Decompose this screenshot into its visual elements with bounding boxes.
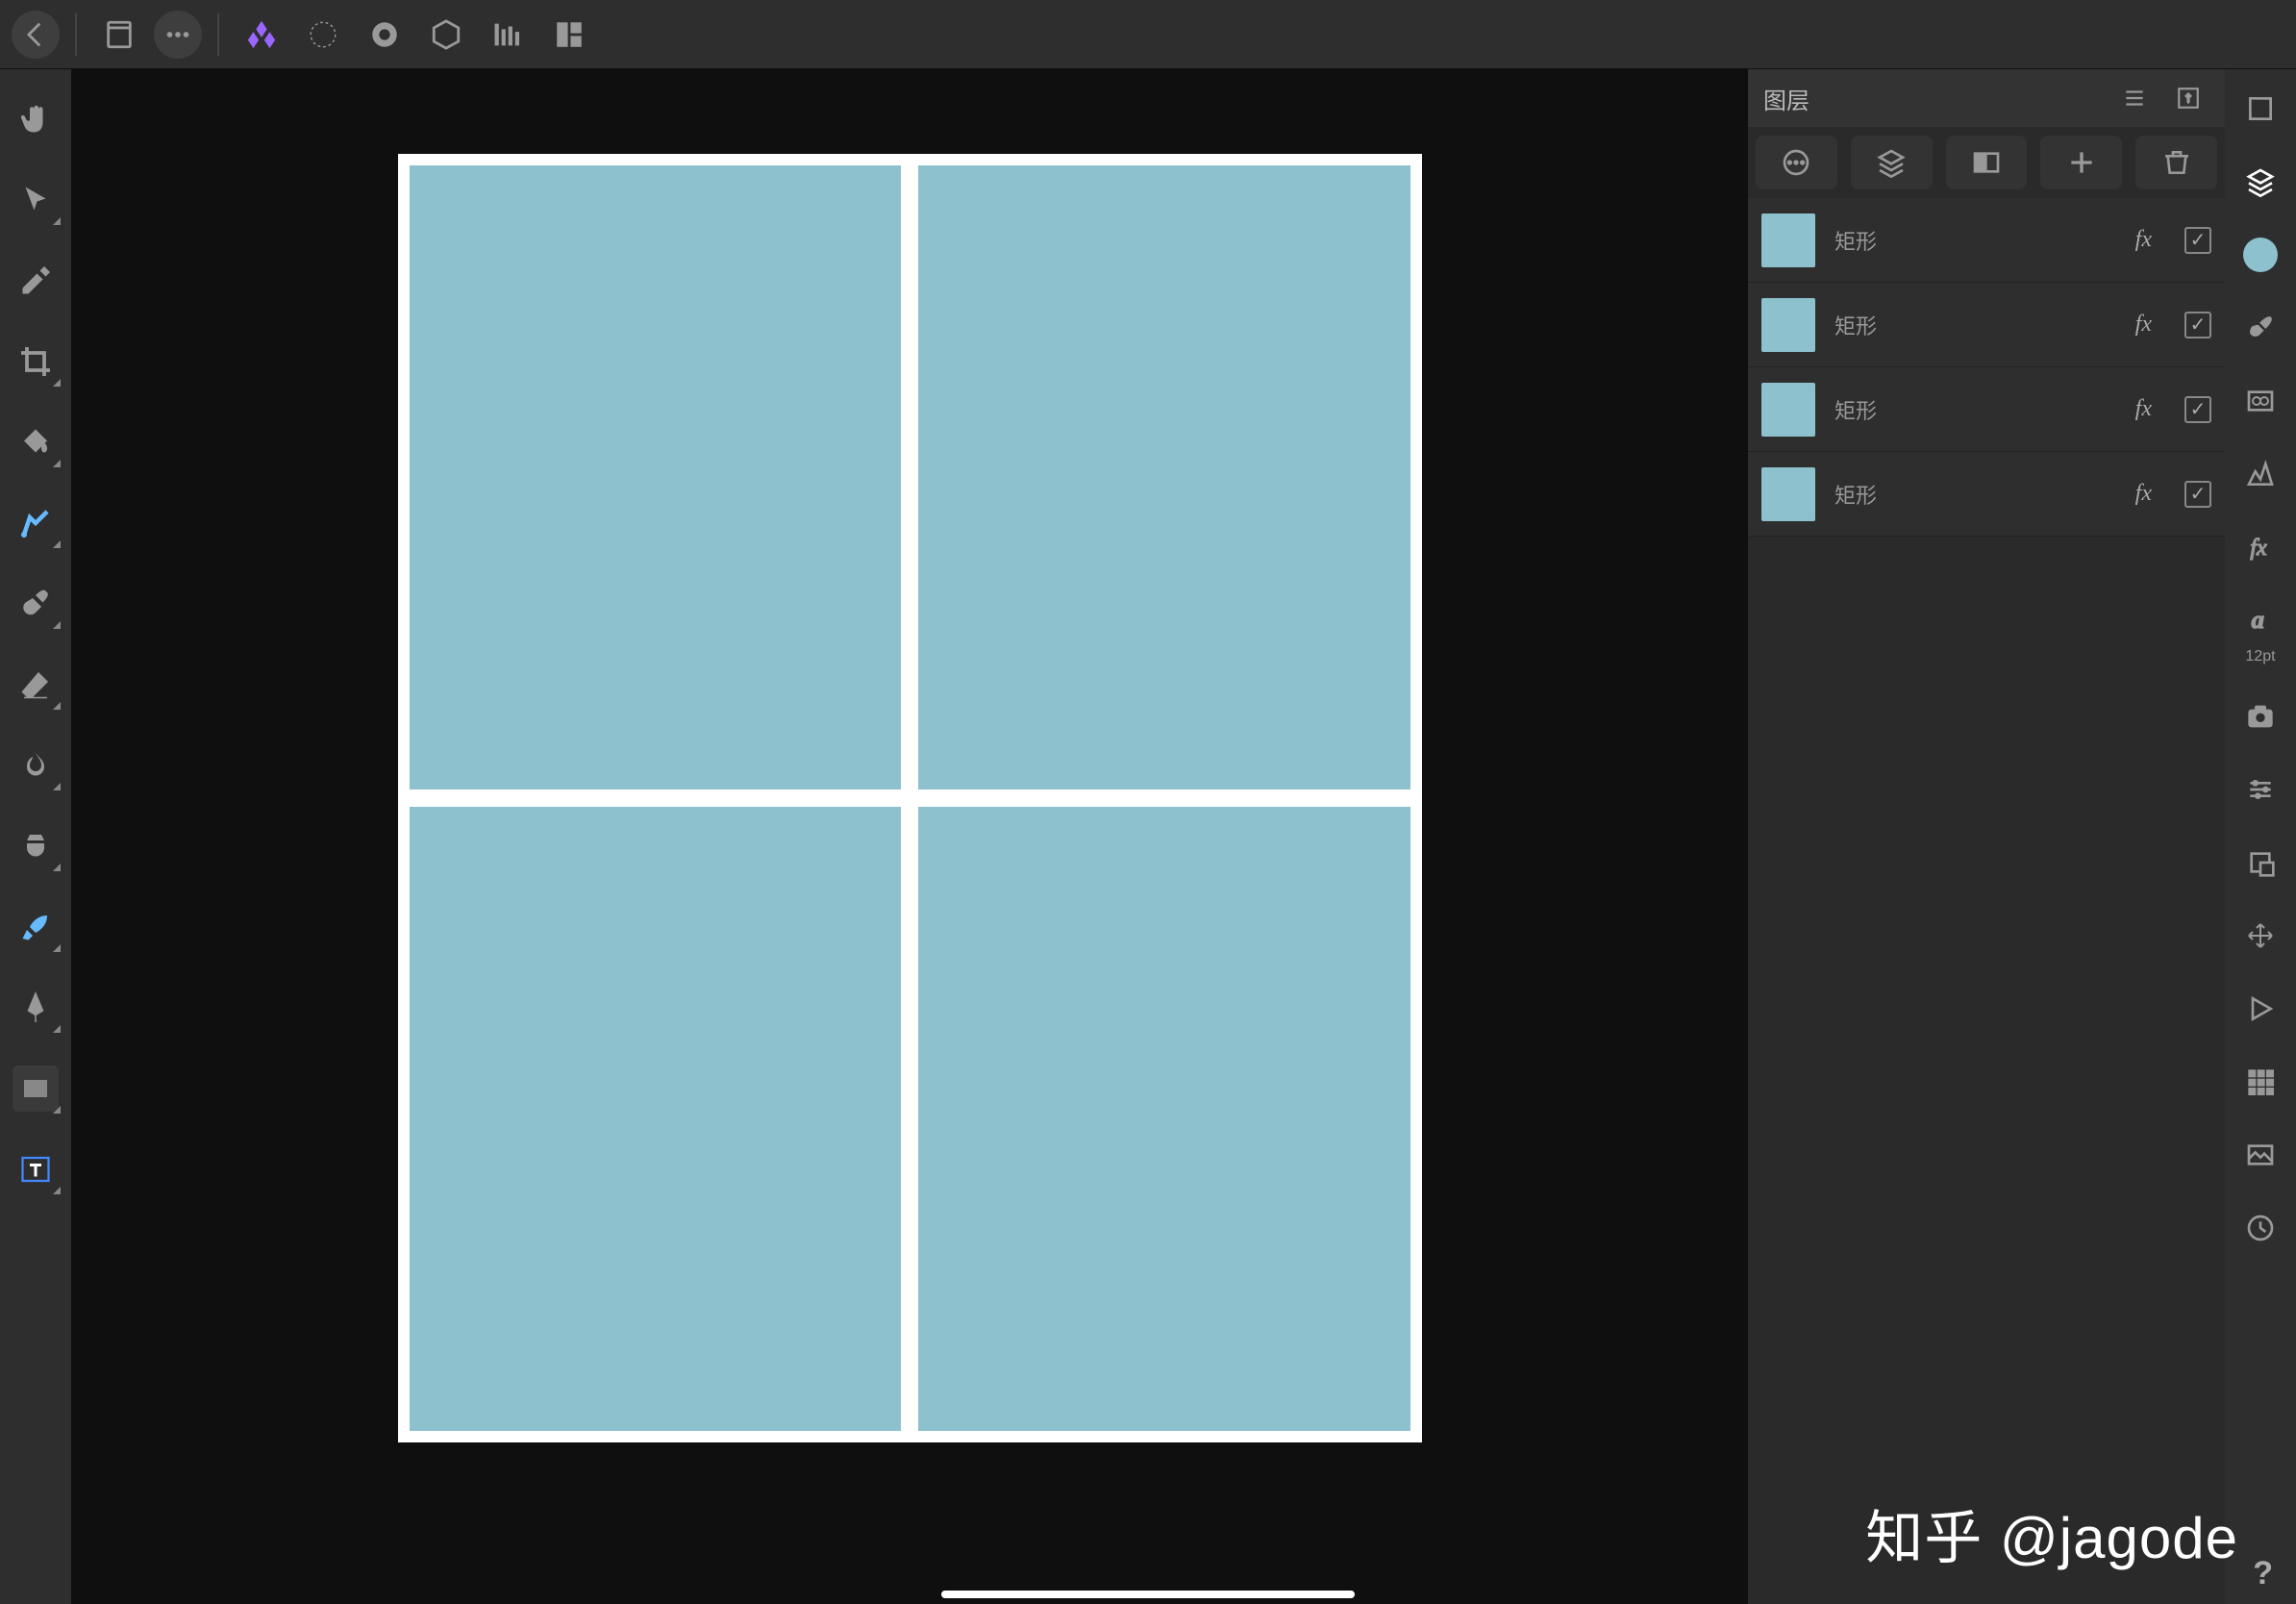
svg-text:a: a <box>2252 605 2264 634</box>
paint-brush-tool[interactable] <box>12 581 59 627</box>
canvas-area[interactable] <box>71 69 1748 1604</box>
move-tool[interactable] <box>12 177 59 223</box>
photo-persona-button[interactable] <box>235 8 288 62</box>
layers-list: 矩形 fx ✓ 矩形 fx ✓ 矩形 fx ✓ <box>1748 198 2225 537</box>
list-view-button[interactable] <box>2113 77 2156 119</box>
layers-panel: 图层 矩形 fx ✓ 矩形 <box>1748 69 2225 1604</box>
merge-button[interactable] <box>1851 136 1933 189</box>
add-layer-button[interactable] <box>2040 136 2122 189</box>
erase-tool[interactable] <box>12 662 59 708</box>
font-size-label: 12pt <box>2245 648 2275 665</box>
panel-header: 图层 <box>1748 69 2225 127</box>
layer-name: 矩形 <box>1834 225 2116 256</box>
fx-icon[interactable]: fx <box>2135 227 2152 253</box>
histogram-studio-icon[interactable] <box>2238 452 2283 496</box>
mask-button[interactable] <box>1946 136 2028 189</box>
tonemap-persona-button[interactable] <box>419 8 473 62</box>
fx-icon[interactable]: fx <box>2135 396 2152 422</box>
more-button[interactable] <box>154 11 202 59</box>
clone-tool[interactable] <box>12 823 59 869</box>
rectangle-shape[interactable] <box>918 165 1410 789</box>
hand-tool[interactable] <box>12 96 59 142</box>
layer-name: 矩形 <box>1834 479 2116 510</box>
back-button[interactable] <box>12 11 60 59</box>
document-button[interactable] <box>92 8 146 62</box>
layer-row[interactable]: 矩形 fx ✓ <box>1748 367 2225 452</box>
layer-name: 矩形 <box>1834 394 2116 425</box>
layer-row[interactable]: 矩形 fx ✓ <box>1748 198 2225 283</box>
help-button[interactable]: ? <box>2253 1555 2273 1592</box>
layer-name: 矩形 <box>1834 310 2116 340</box>
watermark-text: 知乎 @jagode <box>1865 1491 2238 1575</box>
fx-studio-icon[interactable]: fx <box>2238 525 2283 569</box>
visibility-checkbox[interactable]: ✓ <box>2184 312 2211 338</box>
history-studio-icon[interactable] <box>2238 1206 2283 1250</box>
rectangle-shape[interactable] <box>410 807 902 1431</box>
top-toolbar <box>0 0 2296 69</box>
tools-sidebar <box>0 69 71 1604</box>
inpaint-tool[interactable] <box>12 500 59 546</box>
selection-brush-tool[interactable] <box>12 904 59 950</box>
layer-thumb <box>1761 467 1815 521</box>
liquify-persona-button[interactable] <box>296 8 350 62</box>
layer-thumb <box>1761 383 1815 437</box>
panel-ops <box>1748 127 2225 198</box>
color-studio-icon[interactable] <box>2238 233 2283 277</box>
delete-layer-button[interactable] <box>2135 136 2217 189</box>
visibility-checkbox[interactable]: ✓ <box>2184 396 2211 423</box>
fx-icon[interactable]: fx <box>2135 481 2152 507</box>
navigator-studio-icon[interactable] <box>2238 914 2283 958</box>
play-studio-icon[interactable] <box>2238 987 2283 1031</box>
separator <box>75 13 77 56</box>
layer-thumb <box>1761 213 1815 267</box>
rectangle-tool[interactable] <box>12 1065 59 1112</box>
channels-studio-icon[interactable] <box>2238 379 2283 423</box>
crop-tool[interactable] <box>12 338 59 385</box>
pin-button[interactable] <box>2167 77 2209 119</box>
layer-thumb <box>1761 298 1815 352</box>
studio-sidebar: fx a 12pt <box>2225 69 2296 1604</box>
layers-studio-icon[interactable] <box>2238 160 2283 204</box>
visibility-checkbox[interactable]: ✓ <box>2184 227 2211 254</box>
separator <box>217 13 219 56</box>
text-studio-icon[interactable]: a <box>2238 598 2283 642</box>
layer-options-button[interactable] <box>1756 136 1837 189</box>
swatches-studio-icon[interactable] <box>2238 1060 2283 1104</box>
brush-studio-icon[interactable] <box>2238 306 2283 350</box>
rectangle-shape[interactable] <box>410 165 902 789</box>
develop-persona-button[interactable] <box>358 8 412 62</box>
adjustments-studio-icon[interactable] <box>2238 767 2283 812</box>
other-persona-button[interactable] <box>542 8 596 62</box>
burn-tool[interactable] <box>12 742 59 789</box>
color-picker-tool[interactable] <box>12 258 59 304</box>
fill-tool[interactable] <box>12 419 59 465</box>
rectangle-shape[interactable] <box>918 807 1410 1431</box>
layer-row[interactable]: 矩形 fx ✓ <box>1748 283 2225 367</box>
transform-studio-icon[interactable] <box>2238 840 2283 885</box>
expand-icon[interactable] <box>2238 87 2283 131</box>
assets-studio-icon[interactable] <box>2238 1133 2283 1177</box>
layer-row[interactable]: 矩形 fx ✓ <box>1748 452 2225 537</box>
home-indicator <box>941 1591 1355 1598</box>
camera-studio-icon[interactable] <box>2238 694 2283 739</box>
export-persona-button[interactable] <box>481 8 535 62</box>
svg-text:fx: fx <box>2250 536 2267 561</box>
fx-icon[interactable]: fx <box>2135 312 2152 338</box>
artboard[interactable] <box>398 154 1422 1442</box>
text-tool[interactable] <box>12 1146 59 1192</box>
panel-title: 图层 <box>1763 82 2102 115</box>
visibility-checkbox[interactable]: ✓ <box>2184 481 2211 508</box>
pen-tool[interactable] <box>12 985 59 1031</box>
